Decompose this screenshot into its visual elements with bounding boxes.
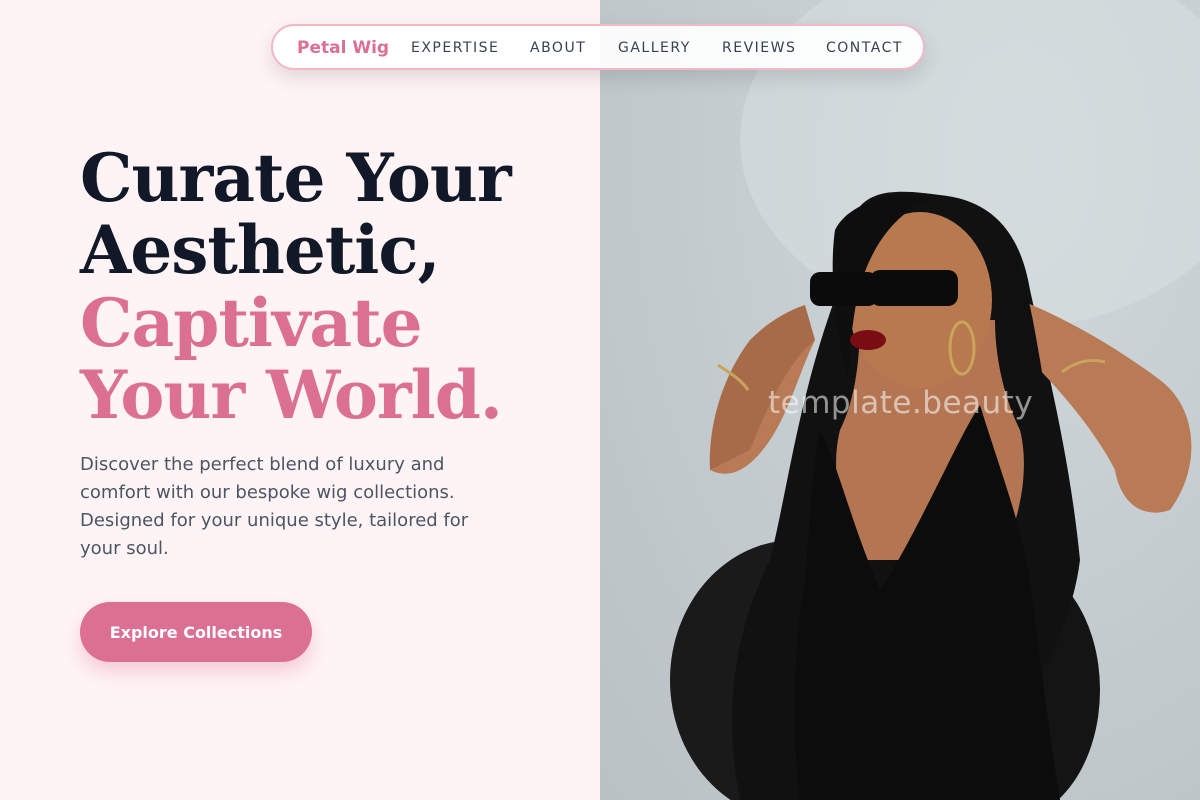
explore-collections-button[interactable]: Explore Collections — [80, 602, 312, 662]
nav-link-reviews[interactable]: REVIEWS — [722, 40, 796, 56]
hero-photo: template.beauty — [600, 0, 1200, 800]
hero-headline-line-1: Curate Your — [80, 139, 512, 217]
hero-left-panel: Curate Your Aesthetic, Captivate Your Wo… — [0, 0, 600, 800]
hero-description: Discover the perfect blend of luxury and… — [80, 454, 469, 559]
watermark-text: template.beauty — [768, 385, 1034, 421]
brand-logo-link[interactable]: Petal Wig — [297, 38, 389, 58]
nav-link-gallery[interactable]: GALLERY — [618, 40, 691, 56]
hero-accent-line-2: Your World. — [80, 356, 503, 434]
hero-headline-line-2: Aesthetic, — [80, 211, 441, 289]
nav-link-expertise[interactable]: EXPERTISE — [411, 40, 499, 56]
top-navigation: Petal Wig EXPERTISE ABOUT GALLERY REVIEW… — [271, 24, 925, 70]
nav-link-about[interactable]: ABOUT — [530, 40, 586, 56]
nav-link-contact[interactable]: CONTACT — [826, 40, 903, 56]
hero-accent-line-1: Captivate — [80, 284, 423, 362]
